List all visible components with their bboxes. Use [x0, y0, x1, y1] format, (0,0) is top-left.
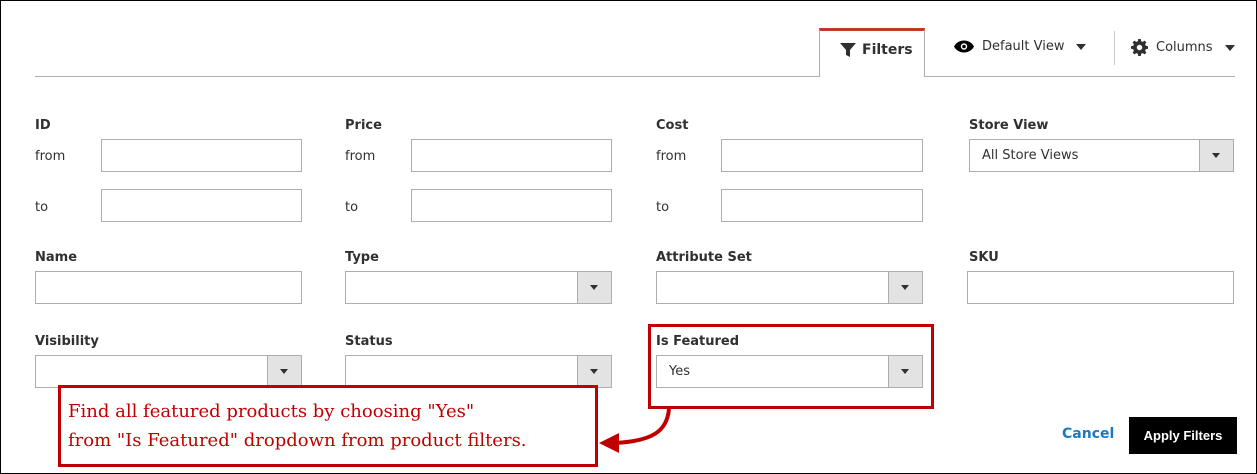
- id-to-input[interactable]: [101, 189, 302, 222]
- gear-icon: [1131, 39, 1148, 56]
- tab-filters-label: Filters: [862, 42, 913, 58]
- filters-panel: Filters Default View Columns ID from to …: [0, 0, 1257, 474]
- name-input[interactable]: [35, 271, 302, 304]
- chevron-down-icon: [901, 285, 909, 290]
- cost-from-input[interactable]: [721, 139, 923, 172]
- price-from-input[interactable]: [411, 139, 612, 172]
- columns-dropdown[interactable]: Columns: [1131, 39, 1235, 56]
- visibility-arrow: [267, 356, 301, 387]
- attribute-set-arrow: [888, 272, 922, 303]
- cost-to-input[interactable]: [721, 189, 923, 222]
- funnel-icon: [840, 42, 856, 57]
- name-filter-label: Name: [35, 250, 78, 265]
- sku-filter-label: SKU: [969, 250, 999, 265]
- store-view-select[interactable]: All Store Views: [969, 139, 1234, 172]
- price-filter-label: Price: [345, 118, 382, 133]
- price-to-label: to: [345, 200, 359, 215]
- visibility-select[interactable]: [35, 355, 302, 388]
- status-filter-label: Status: [345, 334, 393, 349]
- cost-to-label: to: [656, 200, 670, 215]
- id-from-input[interactable]: [101, 139, 302, 172]
- annotation-arrow-icon: [599, 408, 671, 453]
- chevron-down-icon: [1076, 43, 1087, 50]
- columns-label: Columns: [1156, 40, 1213, 55]
- store-view-arrow: [1199, 140, 1233, 171]
- store-view-value: All Store Views: [982, 148, 1079, 163]
- attribute-set-filter-label: Attribute Set: [656, 250, 752, 265]
- annotation-text: Find all featured products by choosing "…: [68, 397, 527, 455]
- store-view-filter-label: Store View: [969, 118, 1049, 133]
- status-select[interactable]: [345, 355, 612, 388]
- cost-from-label: from: [656, 149, 687, 164]
- chevron-down-icon: [590, 369, 598, 374]
- chevron-down-icon: [280, 369, 288, 374]
- sku-input[interactable]: [967, 271, 1234, 304]
- annotation-callout: Find all featured products by choosing "…: [58, 385, 598, 467]
- id-from-label: from: [35, 149, 66, 164]
- visibility-filter-label: Visibility: [35, 334, 99, 349]
- apply-filters-button[interactable]: Apply Filters: [1129, 417, 1237, 454]
- id-filter-label: ID: [35, 118, 51, 133]
- chevron-down-icon: [1212, 153, 1220, 158]
- tab-filters[interactable]: Filters: [819, 28, 925, 77]
- annotation-line-1: Find all featured products by choosing "…: [68, 401, 475, 422]
- cancel-button[interactable]: Cancel: [1062, 426, 1114, 442]
- eye-icon: [954, 40, 974, 53]
- price-from-label: from: [345, 149, 376, 164]
- attribute-set-select[interactable]: [656, 271, 923, 304]
- type-arrow: [577, 272, 611, 303]
- status-arrow: [577, 356, 611, 387]
- is-featured-highlight: [648, 324, 934, 409]
- default-view-dropdown[interactable]: Default View: [954, 39, 1087, 54]
- chevron-down-icon: [1224, 44, 1235, 51]
- default-view-label: Default View: [982, 39, 1065, 54]
- toolbar-divider: [35, 76, 1235, 77]
- id-to-label: to: [35, 200, 49, 215]
- cost-filter-label: Cost: [656, 118, 689, 133]
- type-filter-label: Type: [345, 250, 379, 265]
- price-to-input[interactable]: [411, 189, 612, 222]
- toolbar-separator: [1114, 31, 1115, 65]
- annotation-line-2: from "Is Featured" dropdown from product…: [68, 430, 527, 451]
- type-select[interactable]: [345, 271, 612, 304]
- chevron-down-icon: [590, 285, 598, 290]
